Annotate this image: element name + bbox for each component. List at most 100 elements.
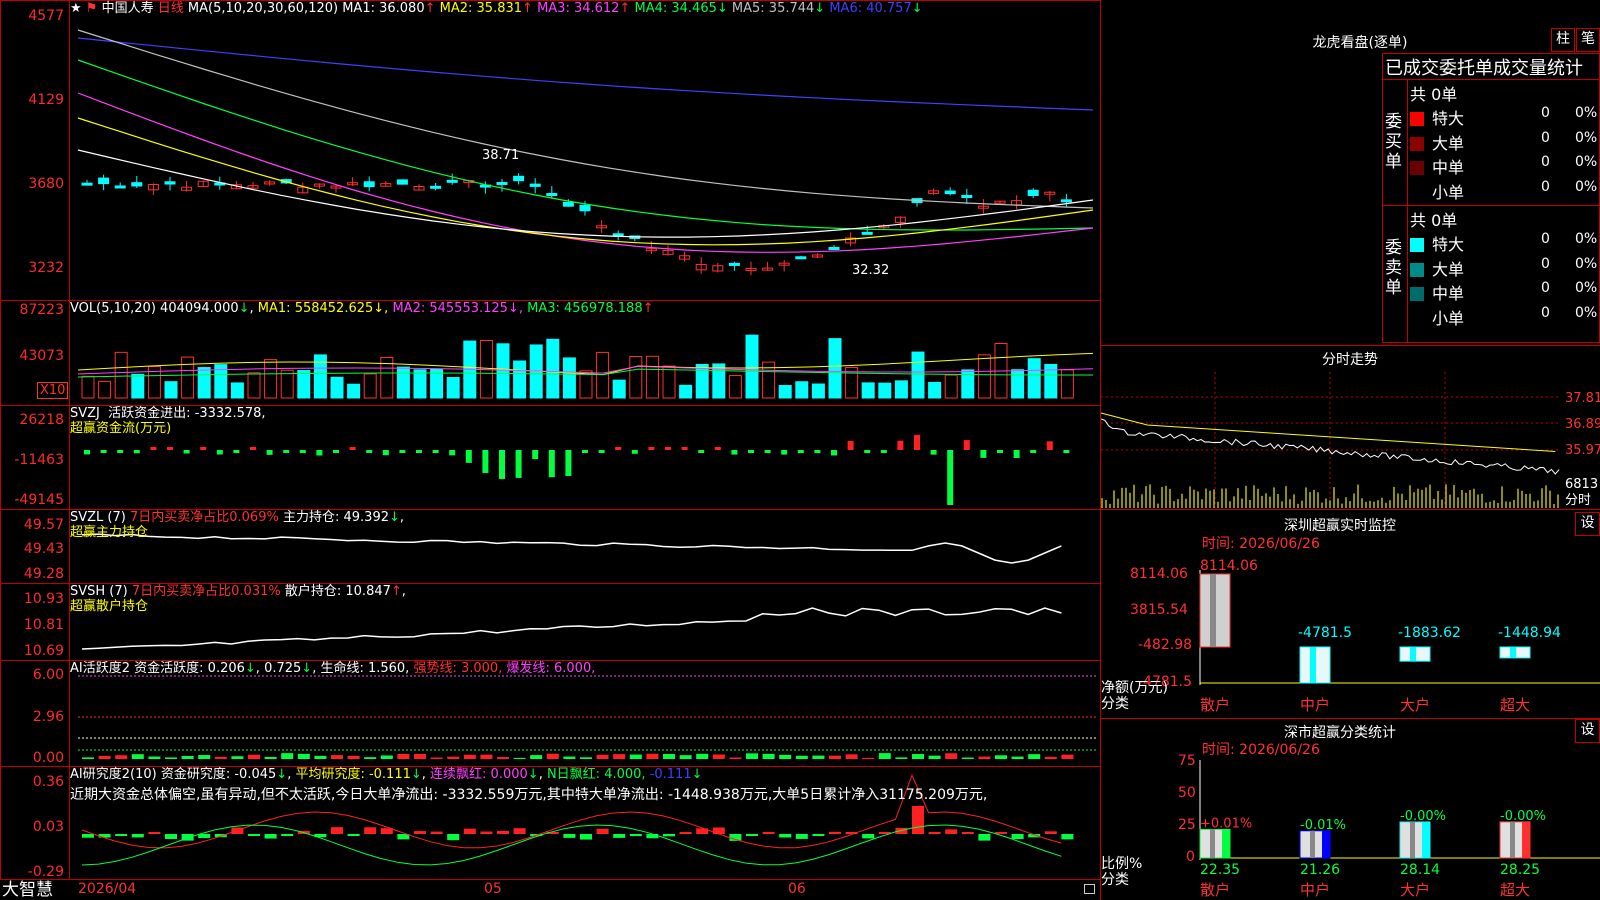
volume-bar [811, 383, 825, 399]
sell-row-label: 特大 [1432, 235, 1465, 254]
svzj-bar [781, 450, 788, 455]
fl-category-3: 大户 [1400, 881, 1430, 899]
sz-settings-button[interactable]: 设 [1575, 512, 1600, 536]
activity-bar [314, 755, 327, 759]
period-label[interactable]: 日线 [158, 1, 184, 16]
sell-total: 共 0单 [1410, 211, 1458, 230]
svsh-y-tick-2: 10.81 [23, 617, 64, 633]
ai1-burst: 爆发线: 6.000, [506, 661, 596, 676]
research-bar [281, 834, 294, 836]
ma-legend-5: MA5: 35.744↓ [727, 1, 826, 16]
ma-legend-3: MA3: 34.612↑ [532, 1, 631, 16]
volume-bar [778, 385, 792, 399]
svzj-bar [665, 447, 671, 450]
sz-bar-shade-3 [1410, 647, 1416, 662]
svzj-value: -3332.578 [194, 406, 262, 421]
research-bar [795, 834, 808, 839]
svzj-bar [499, 450, 505, 479]
volume-bar [828, 338, 842, 399]
volume-bar [230, 382, 244, 399]
candle-body [98, 177, 110, 185]
sz-monitor-title: 深圳超赢实时监控 [1284, 518, 1396, 534]
buy-total: 共 0单 [1410, 85, 1458, 104]
fl-category-4: 超大 [1500, 881, 1530, 899]
ma3-line [77, 92, 1094, 253]
svzj-bar [266, 450, 273, 455]
stock-name[interactable]: 中国人寿 [102, 1, 154, 16]
activity-bar [580, 757, 592, 759]
svzj-bar [1046, 441, 1053, 450]
date-label-1: 2026/04 [78, 881, 137, 897]
svsh-line [81, 607, 1062, 650]
sz-category-4: 超大 [1500, 696, 1530, 714]
tick-mode-button[interactable]: 笔 [1576, 28, 1600, 52]
date-label-3: 06 [788, 881, 806, 897]
svsh-header: SVSH (7) 7日内买卖净占比0.031% 散户持仓: 10.847↑, [70, 584, 406, 599]
research-bar [131, 834, 144, 838]
vol-value: 404094.000 [160, 301, 239, 316]
volume-bar [662, 365, 676, 399]
svzj-bar [864, 450, 871, 453]
svzj-bar [233, 450, 240, 453]
activity-bar [347, 755, 360, 759]
volume-bar [446, 377, 460, 399]
activity-bar [397, 753, 410, 759]
candle-body [562, 202, 574, 207]
volume-bar [944, 374, 958, 399]
svsh-y-tick-3: 10.69 [23, 643, 64, 659]
fl-bar-shade-2 [1322, 830, 1330, 858]
fl-bar-mid-1 [1210, 829, 1215, 858]
ai1-value2: 0.725 [264, 661, 302, 676]
candle-body [446, 179, 458, 183]
buy-row-pct: 0% [1575, 154, 1598, 170]
sell-color-swatch [1410, 287, 1424, 301]
svzj-bar [366, 450, 373, 453]
volume-bar [928, 381, 942, 399]
sz-value-label-4: -1448.94 [1498, 625, 1561, 641]
activity-bar [497, 757, 509, 759]
activity-bar [165, 757, 177, 759]
candle-body [164, 181, 176, 185]
activity-bar [679, 755, 692, 759]
sell-row-pct: 0% [1575, 304, 1598, 321]
lock-icon[interactable] [1084, 884, 1095, 894]
buy-row-count: 0 [1541, 129, 1550, 146]
brand-label[interactable]: 大智慧 [2, 880, 53, 900]
sell-color-swatch [1410, 311, 1424, 326]
sell-row: 中单 [1410, 280, 1464, 304]
buy-color-swatch [1410, 136, 1424, 151]
activity-bar [762, 753, 775, 759]
research-bar [613, 834, 626, 838]
sz-bar-shade-1 [1210, 574, 1216, 647]
research-bar [513, 828, 526, 834]
research-bar [98, 834, 111, 838]
candle-body [961, 195, 973, 199]
svzj-bar [532, 450, 539, 460]
fl-change-label-4: -0.00% [1500, 809, 1546, 824]
volume-bar [596, 351, 610, 399]
star-icon[interactable]: ★ [70, 1, 82, 16]
volume-bar [131, 373, 145, 399]
buy-color-swatch [1410, 112, 1424, 126]
svzj-y-tick-3: -49145 [14, 492, 64, 508]
volume-bar [330, 376, 344, 399]
fl-settings-button[interactable]: 设 [1575, 719, 1600, 743]
activity-bar [912, 754, 924, 759]
svzl-ratio: 7日内买卖净占比0.069% [129, 510, 279, 525]
svzl-label: 主力持仓: [282, 510, 340, 525]
research-bar [198, 834, 211, 839]
svzj-bar [548, 450, 555, 478]
sell-row-pct: 0% [1575, 231, 1598, 247]
fl-bar-mid-2 [1310, 830, 1315, 858]
volume-bar [1011, 369, 1025, 399]
bar-mode-button[interactable]: 柱 [1551, 28, 1575, 52]
sell-color-swatch [1410, 262, 1424, 277]
activity-bar [862, 757, 875, 759]
volume-bar [181, 356, 195, 399]
buy-row: 中单 [1410, 154, 1464, 178]
ma-legend-1: MA1: 36.080↑ [342, 1, 436, 16]
activity-bar [530, 755, 543, 759]
activity-bar [513, 757, 526, 759]
buy-row-label: 特大 [1432, 109, 1465, 128]
buy-color-swatch [1410, 161, 1424, 175]
